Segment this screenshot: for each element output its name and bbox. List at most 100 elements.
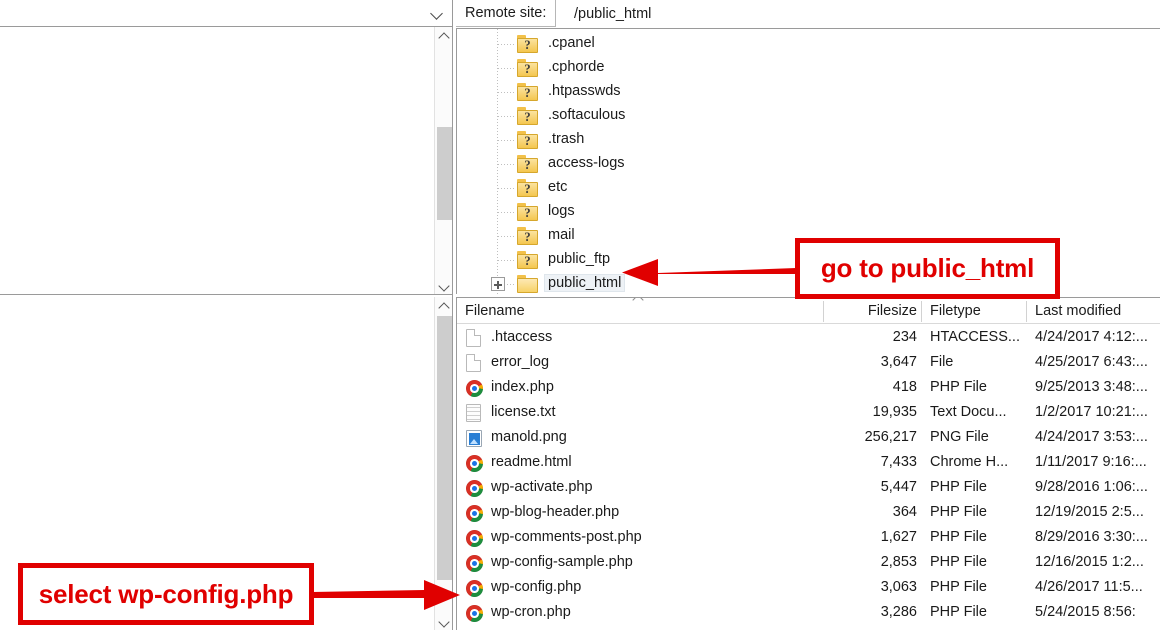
blank-file-icon [465,329,482,348]
cell-filename: manold.png [491,429,567,445]
cell-filename: readme.html [491,454,572,470]
tree-item-label: .trash [548,131,585,147]
tree-item-logs[interactable]: ? logs [457,200,1160,224]
table-row[interactable]: wp-cron.php 3,286 PHP File 5/24/2015 8:56: [457,600,1160,625]
pane-divider-vertical[interactable] [452,0,453,630]
table-row[interactable]: error_log 3,647 File 4/25/2017 6:43:... [457,350,1160,375]
tree-item-label: access-logs [548,155,625,171]
image-file-icon [465,429,482,448]
table-row[interactable]: wp-blog-header.php 364 PHP File 12/19/2015 … [457,500,1160,525]
tree-item-label: etc [548,179,568,195]
scroll-down-arrow-icon[interactable] [435,612,453,630]
column-header-filename[interactable]: Filename [465,298,525,324]
tree-item-label: mail [548,227,575,243]
chrome-file-icon [465,604,483,623]
remote-site-bar: Remote site: /public_html [456,0,1160,27]
cell-last-modified: 9/25/2013 3:48:... [1035,379,1148,395]
local-top-scrollbar[interactable] [434,27,453,294]
filezilla-window: Remote site: /public_html ? .cpanel? .cpho… [0,0,1160,630]
annotation-arrow-top [622,259,796,286]
folder-unknown-icon: ? [517,59,538,77]
scrollbar-thumb[interactable] [437,127,452,220]
tree-item-dot-htpasswds[interactable]: ? .htpasswds [457,80,1160,104]
cell-filetype: Text Docu... [930,404,1007,420]
table-row[interactable]: wp-config-sample.php 2,853 PHP File 12/16/2… [457,550,1160,575]
divider [0,26,452,27]
table-row[interactable]: license.txt 19,935 Text Docu... 1/2/2017 10… [457,400,1160,425]
cell-filesize: 2,853 [880,554,917,570]
tree-item-label: .cphorde [548,59,605,75]
column-separator[interactable] [921,301,922,322]
file-list-header: Filename Filesize Filetype Last modified [457,298,1160,324]
cell-filesize: 7,433 [880,454,917,470]
tree-item-label: .cpanel [548,35,595,51]
tree-item-etc[interactable]: ? etc [457,176,1160,200]
scroll-down-arrow-icon[interactable] [435,276,453,294]
folder-unknown-icon: ? [517,155,538,173]
tree-item-access-logs[interactable]: ? access-logs [457,152,1160,176]
pane-divider-horizontal[interactable] [0,294,452,295]
local-site-label-bar [0,0,452,27]
annotation-text-bottom: select wp-config.php [38,578,294,609]
folder-unknown-icon: ? [517,251,538,269]
table-row[interactable]: .htaccess 234 HTACCESS... 4/24/2017 4:12:..… [457,325,1160,350]
cell-filesize: 256,217 [864,429,917,445]
cell-filetype: File [930,354,954,370]
tree-elbow [498,260,514,261]
cell-filetype: PNG File [930,429,989,445]
scrollbar-thumb[interactable] [437,316,452,580]
sort-ascending-icon [633,298,645,302]
cell-filetype: PHP File [930,504,987,520]
folder-icon [517,275,538,293]
remote-file-list[interactable]: Filename Filesize Filetype Last modified… [456,297,1160,630]
cell-filetype: PHP File [930,604,987,620]
cell-last-modified: 8/29/2016 3:30:... [1035,529,1148,545]
folder-unknown-icon: ? [517,203,538,221]
tree-elbow [498,164,514,165]
column-header-filetype[interactable]: Filetype [930,298,981,324]
table-row[interactable]: index.php 418 PHP File 9/25/2013 3:48:... [457,375,1160,400]
folder-unknown-icon: ? [517,131,538,149]
column-separator[interactable] [1026,301,1027,322]
expand-node-icon[interactable] [491,277,505,291]
folder-unknown-icon: ? [517,35,538,53]
tree-elbow [498,188,514,189]
column-header-filesize[interactable]: Filesize [833,298,917,324]
table-row[interactable]: manold.png 256,217 PNG File 4/24/2017 3:53:… [457,425,1160,450]
table-row[interactable]: wp-config.php 3,063 PHP File 4/26/2017 11:5… [457,575,1160,600]
chevron-down-icon[interactable] [431,7,444,20]
cell-last-modified: 9/28/2016 1:06:... [1035,479,1148,495]
table-row[interactable]: wp-comments-post.php 1,627 PHP File 8/29/20… [457,525,1160,550]
local-site-top-pane [0,0,453,294]
cell-filename: wp-config-sample.php [491,554,633,570]
tree-elbow [498,68,514,69]
folder-unknown-icon: ? [517,179,538,197]
tree-elbow [498,212,514,213]
cell-filetype: PHP File [930,554,987,570]
tree-item-dot-cpanel[interactable]: ? .cpanel [457,32,1160,56]
tree-item-label: logs [548,203,575,219]
tree-item-dot-trash[interactable]: ? .trash [457,128,1160,152]
remote-site-path[interactable]: /public_html [574,0,651,27]
folder-unknown-icon: ? [517,83,538,101]
blank-file-icon [465,354,482,373]
cell-filesize: 364 [892,504,917,520]
chrome-file-icon [465,504,483,523]
annotation-callout-select-wp-config: select wp-config.php [18,563,314,625]
chrome-file-icon [465,379,483,398]
tree-item-dot-softaculous[interactable]: ? .softaculous [457,104,1160,128]
table-row[interactable]: wp-activate.php 5,447 PHP File 9/28/2016 1:… [457,475,1160,500]
column-separator[interactable] [823,301,824,322]
chrome-file-icon [465,529,483,548]
column-header-lastmodified[interactable]: Last modified [1035,298,1121,324]
chrome-file-icon [465,479,483,498]
scroll-up-arrow-icon[interactable] [435,297,453,315]
cell-last-modified: 12/19/2015 2:5... [1035,504,1144,520]
annotation-text-top: go to public_html [820,253,1035,283]
tree-item-dot-cphorde[interactable]: ? .cphorde [457,56,1160,80]
cell-filename: license.txt [491,404,556,420]
cell-filesize: 19,935 [872,404,917,420]
chrome-file-icon [465,454,483,473]
scroll-up-arrow-icon[interactable] [435,27,453,45]
table-row[interactable]: readme.html 7,433 Chrome H... 1/11/2017 9:1… [457,450,1160,475]
